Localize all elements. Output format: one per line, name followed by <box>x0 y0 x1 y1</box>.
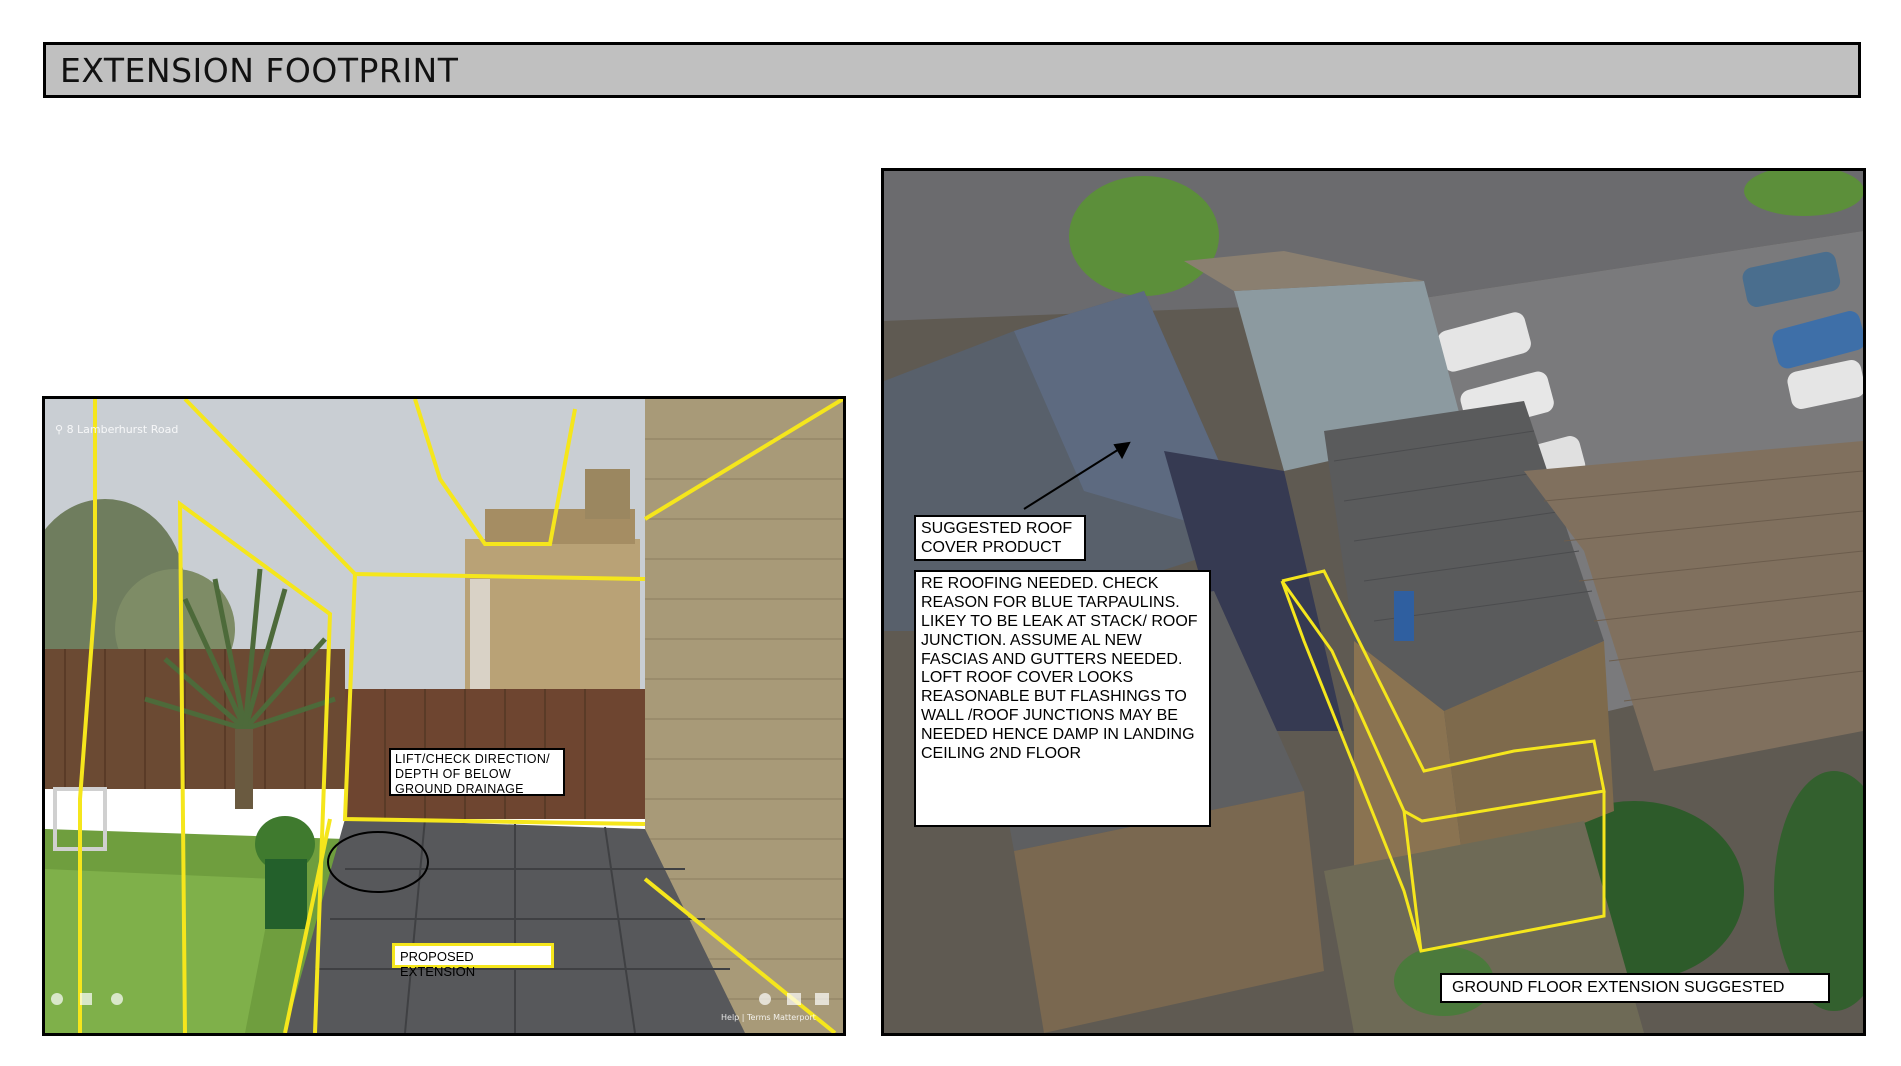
location-pin-icon: ⚲ <box>55 423 67 436</box>
page-title: EXTENSION FOOTPRINT <box>60 50 459 90</box>
roofing-notes-label: RE ROOFING NEEDED. CHECK REASON FOR BLUE… <box>914 570 1211 827</box>
roof-cover-label: SUGGESTED ROOF COVER PRODUCT <box>914 515 1086 561</box>
viewer-footer: Help | Terms Matterport <box>721 1013 816 1022</box>
location-text: 8 Lamberhurst Road <box>66 423 179 436</box>
proposed-extension-label: PROPOSED EXTENSION <box>392 943 554 979</box>
location-tag: ⚲ 8 Lamberhurst Road <box>55 423 178 436</box>
ground-floor-extension-label: GROUND FLOOR EXTENSION SUGGESTED <box>1440 973 1830 1003</box>
garden-photo: ⚲ 8 Lamberhurst Road Help | Terms Matter… <box>42 396 846 1036</box>
page-title-bar: EXTENSION FOOTPRINT <box>43 42 1861 98</box>
drainage-label: LIFT/CHECK DIRECTION/ DEPTH OF BELOW GRO… <box>389 748 565 796</box>
garden-photo-illustration <box>45 399 843 1033</box>
